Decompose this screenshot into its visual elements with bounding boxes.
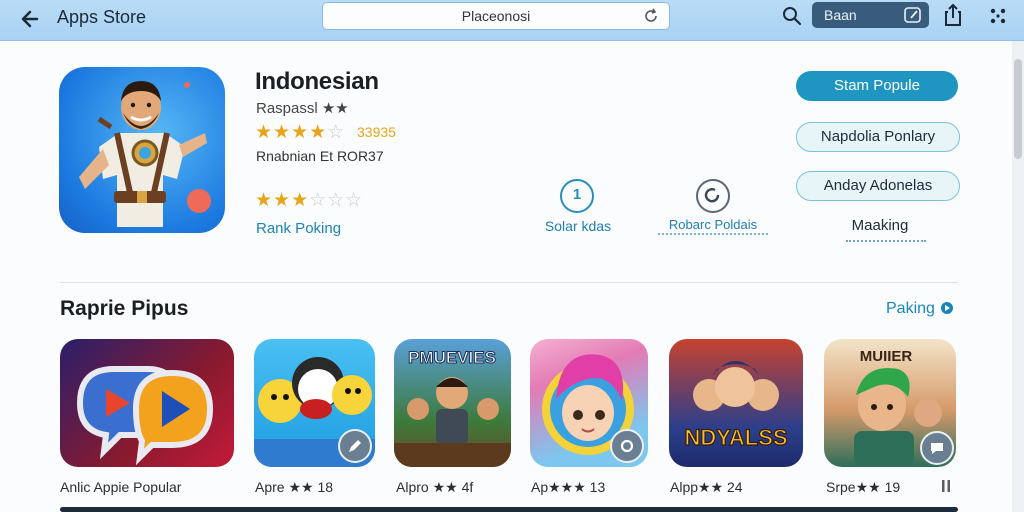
back-arrow-icon[interactable] bbox=[18, 6, 44, 32]
app-icon bbox=[59, 67, 225, 233]
tile-label: Ap★★★ 13 bbox=[531, 479, 606, 495]
tile-label: Alpro ★★ 4f bbox=[396, 479, 474, 495]
app-subtitle: Raspassl ★★ bbox=[256, 100, 349, 117]
address-bar[interactable]: Placeonosi bbox=[322, 2, 670, 30]
primary-action-button[interactable]: Stam Popule bbox=[796, 71, 958, 101]
rating-count: 33935 bbox=[357, 124, 396, 140]
more-grid-icon[interactable] bbox=[988, 6, 1008, 26]
stat-label: Robarc Poldais bbox=[668, 217, 758, 232]
stat-sublabel bbox=[658, 233, 768, 240]
app-tile[interactable]: PMUEVIES bbox=[394, 339, 511, 467]
address-text: Placeonosi bbox=[461, 8, 531, 24]
tile-label: Alpp★★ 24 bbox=[670, 479, 743, 495]
making-sublabel bbox=[846, 240, 926, 246]
divider bbox=[60, 282, 958, 283]
tile-art-title: NDYALSS bbox=[684, 425, 787, 450]
app-tile[interactable]: NDYALSS bbox=[669, 339, 803, 467]
tile-label: Apre ★★ 18 bbox=[255, 479, 334, 495]
section-title: Raprie Pipus bbox=[60, 297, 189, 320]
app-tile[interactable]: MUIIER bbox=[824, 339, 956, 467]
see-all-label: Paking bbox=[886, 300, 935, 317]
share-icon[interactable] bbox=[942, 3, 964, 27]
farm-game-art: PMUEVIES bbox=[394, 348, 511, 467]
tile-art-title: MUIIER bbox=[860, 348, 913, 365]
play-bubble-icon bbox=[76, 366, 214, 466]
app-tile[interactable] bbox=[530, 339, 648, 467]
arrow-right-icon bbox=[940, 302, 953, 314]
app-tile[interactable] bbox=[60, 339, 234, 467]
tile-label: Anlic Appie Popular bbox=[60, 479, 182, 495]
rating-stars: ★★★★☆ bbox=[255, 122, 346, 143]
pencil-badge-icon bbox=[338, 429, 372, 463]
scrollbar[interactable] bbox=[1012, 41, 1024, 512]
search-icon[interactable] bbox=[781, 5, 803, 27]
see-all-link[interactable]: Paking bbox=[886, 300, 953, 318]
account-button[interactable]: Baan bbox=[812, 2, 929, 28]
adventure-game-art: NDYALSS bbox=[684, 361, 788, 451]
pause-icon[interactable] bbox=[940, 478, 952, 494]
explorer-character-illustration bbox=[79, 81, 211, 227]
secondary-button[interactable]: Napdolia Ponlary bbox=[796, 122, 960, 152]
tile-art-title: PMUEVIES bbox=[408, 348, 496, 367]
app-store-title: Apps Store bbox=[57, 7, 147, 27]
app-tile[interactable] bbox=[254, 339, 375, 467]
tile-label: Srpe★★ 19 bbox=[826, 479, 901, 495]
settings-badge-icon bbox=[610, 429, 644, 463]
secondary-button[interactable]: Anday Adonelas bbox=[796, 171, 960, 201]
stat-label: Solar kdas bbox=[544, 218, 612, 234]
stat-circle-icon: 1 bbox=[560, 179, 594, 213]
top-toolbar: Apps Store Placeonosi Baan bbox=[0, 0, 1024, 41]
app-info-line: Rnabnian Et ROR37 bbox=[256, 148, 384, 164]
scrollbar-thumb[interactable] bbox=[1014, 59, 1022, 159]
edit-icon bbox=[904, 7, 921, 23]
secondary-rating-stars: ★★★☆☆☆ bbox=[255, 190, 364, 211]
account-button-label: Baan bbox=[824, 7, 857, 23]
rank-link[interactable]: Rank Poking bbox=[256, 220, 341, 237]
chat-badge-icon bbox=[920, 431, 954, 465]
stat-value: 1 bbox=[572, 186, 582, 203]
refresh-circle-icon bbox=[696, 179, 730, 213]
app-name: Indonesian bbox=[255, 68, 379, 95]
making-link[interactable]: Maaking bbox=[830, 217, 930, 234]
next-row-preview bbox=[60, 507, 958, 512]
reload-icon[interactable] bbox=[641, 6, 661, 26]
